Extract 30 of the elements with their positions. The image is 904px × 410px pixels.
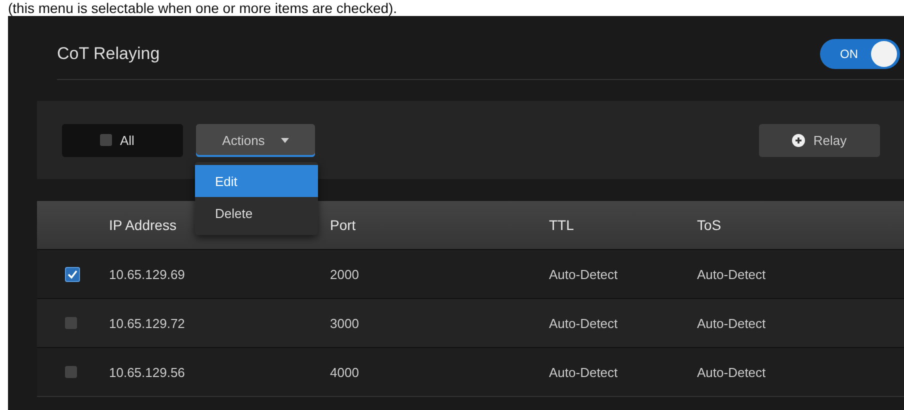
select-all-control[interactable]: All: [62, 124, 183, 156]
caret-icon: [280, 138, 289, 142]
toggle-switch[interactable]: ON: [820, 38, 900, 68]
table-cell-text: Auto-Detect: [549, 316, 619, 330]
relay-button[interactable]: Relay: [759, 124, 880, 156]
menu-item[interactable]: Edit: [195, 165, 318, 197]
table-cell-text: Auto-Detect: [549, 266, 619, 282]
checkbox[interactable]: [65, 366, 77, 378]
plus-circle-icon: [792, 134, 806, 146]
actions-dropdown[interactable]: Actions: [196, 124, 315, 156]
checkbox[interactable]: [65, 317, 77, 329]
menu-item[interactable]: Delete: [195, 197, 318, 229]
table-cell-text: 4000: [330, 364, 360, 380]
table-cell-text: Auto-Detect: [697, 316, 767, 330]
table-cell-text: 2000: [330, 266, 360, 282]
table-cell-text: Auto-Detect: [697, 266, 767, 282]
column-header: TTL: [549, 217, 575, 233]
table-cell-text: 3000: [330, 316, 360, 330]
table-cell-text: 10.65.129.72: [109, 316, 186, 330]
checkbox[interactable]: [65, 266, 80, 282]
column-header: ToS: [697, 217, 722, 233]
table-cell-text: Auto-Detect: [549, 364, 619, 380]
column-header: IP Address: [109, 217, 178, 233]
section-title: CoT Relaying: [57, 44, 160, 64]
column-header: Port: [330, 217, 357, 233]
table-cell-text: Auto-Detect: [697, 364, 767, 380]
table-cell-text: 10.65.129.69: [109, 266, 186, 282]
table-cell-text: 10.65.129.56: [109, 364, 186, 380]
caption-text: (this menu is selectable when one or more items are checked).: [7, 0, 398, 16]
checkbox[interactable]: [100, 134, 112, 146]
